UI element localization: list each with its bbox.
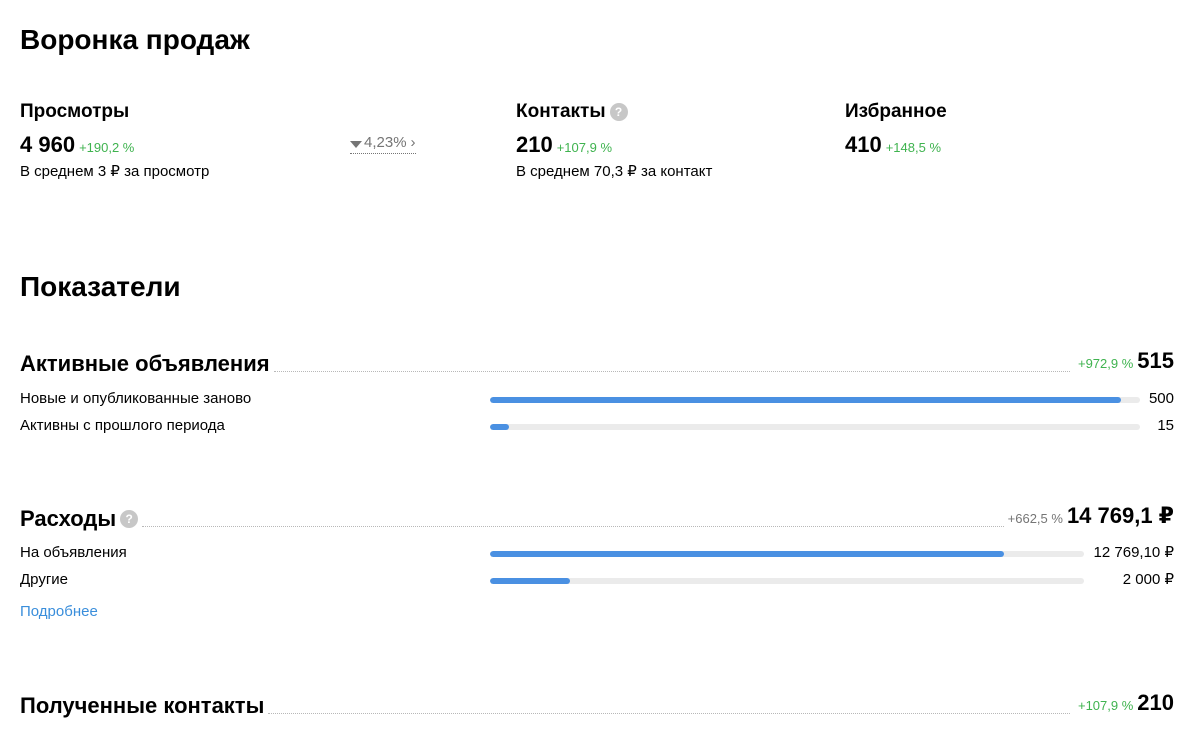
received-contacts-delta: +107,9 % [1077, 698, 1134, 713]
funnel-title: Воронка продаж [20, 24, 250, 55]
views-value: 4 960 [20, 132, 76, 157]
expenses-title: Расходы [20, 506, 117, 531]
metric-views: Просмотры 4 960 +190,2 % В среднем 3 ₽ за… [20, 101, 209, 181]
active-ads-row-value: 15 [1157, 417, 1174, 434]
expenses-row-value: 12 769,10 ₽ [1093, 544, 1174, 561]
expenses-value: 14 769,1 ₽ [1066, 503, 1174, 528]
contacts-delta: +107,9 % [556, 140, 613, 155]
active-ads-row-label: Активны с прошлого периода [20, 417, 225, 434]
progress-fill [490, 397, 1122, 403]
active-ads-row-label: Новые и опубликованные заново [20, 390, 252, 407]
help-icon[interactable]: ? [609, 103, 628, 121]
progress-track [490, 424, 1140, 430]
progress-track [490, 551, 1084, 557]
progress-fill [490, 578, 571, 584]
expenses-row-label: Другие [20, 571, 69, 588]
progress-fill [490, 551, 1004, 557]
dotted-leader [142, 526, 1004, 527]
active-ads-row-value: 500 [1148, 390, 1174, 407]
views-title: Просмотры [20, 101, 130, 122]
progress-track [490, 397, 1140, 403]
favorites-title: Избранное [845, 101, 947, 122]
active-ads-delta: +972,9 % [1077, 356, 1134, 371]
chevron-right-icon: › [410, 134, 416, 151]
metric-favorites: Избранное 410 +148,5 % [845, 101, 947, 158]
favorites-delta: +148,5 % [885, 140, 942, 155]
help-icon[interactable]: ? [120, 510, 139, 528]
expenses-header: Расходы ? +662,5 % 14 769,1 ₽ [20, 503, 1174, 532]
progress-fill [490, 424, 509, 430]
dotted-leader [268, 713, 1070, 714]
views-delta: +190,2 % [79, 140, 135, 155]
more-details-link[interactable]: Подробнее [20, 603, 98, 621]
contacts-value: 210 [516, 132, 553, 157]
contacts-avg: В среднем 70,3 ₽ за контакт [516, 163, 713, 180]
progress-track [490, 578, 1084, 584]
contacts-title: Контакты [516, 101, 606, 122]
metric-contacts: Контакты ? 210 +107,9 % В среднем 70,3 ₽ … [516, 101, 712, 181]
received-contacts-value: 210 [1137, 690, 1174, 715]
conversion-value: 4,23% [364, 134, 407, 151]
favorites-value: 410 [845, 132, 882, 157]
dotted-leader [273, 371, 1070, 372]
active-ads-title: Активные объявления [20, 351, 270, 376]
expenses-row-label: На объявления [20, 544, 127, 561]
active-ads-value: 515 [1137, 348, 1174, 373]
funnel-icon [350, 140, 362, 148]
conversion-link[interactable]: 4,23% › [350, 134, 416, 154]
expenses-row-value: 2 000 ₽ [1122, 571, 1174, 588]
views-avg: В среднем 3 ₽ за просмотр [20, 163, 210, 180]
expenses-delta: +662,5 % [1007, 511, 1063, 526]
received-contacts-title: Полученные контакты [20, 693, 265, 718]
received-contacts-header: Полученные контакты +107,9 % 210 [20, 690, 1174, 719]
indicators-title: Показатели [20, 271, 181, 302]
active-ads-header: Активные объявления +972,9 % 515 [20, 348, 1174, 377]
